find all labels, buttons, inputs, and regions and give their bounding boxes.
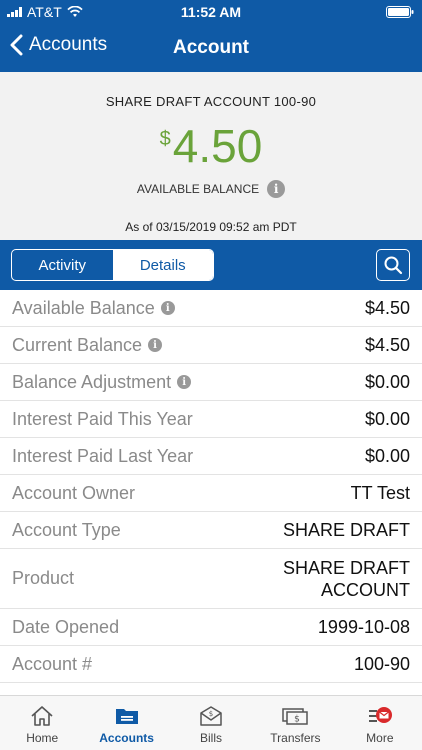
tab-transfers[interactable]: $ Transfers xyxy=(253,696,337,750)
detail-label: Current Balance xyxy=(12,334,143,355)
detail-value: $0.00 xyxy=(364,409,410,429)
tab-bills[interactable]: $ Bills xyxy=(169,696,253,750)
detail-label-group: Current Balance i xyxy=(12,334,163,356)
tab-label: Bills xyxy=(200,731,223,745)
detail-label: Account # xyxy=(12,653,93,674)
clock: 11:52 AM xyxy=(180,4,242,20)
detail-row-interest-this-year: Interest Paid This Year $0.00 xyxy=(0,401,422,438)
detail-label: Interest Paid This Year xyxy=(12,408,193,429)
account-name: SHARE DRAFT ACCOUNT 100-90 xyxy=(105,94,317,109)
detail-label-group: Available Balance i xyxy=(12,298,175,319)
info-icon[interactable]: i xyxy=(177,375,192,389)
detail-value: SHARE DRAFT xyxy=(282,520,410,540)
detail-row-interest-last-year: Interest Paid Last Year $0.00 xyxy=(0,438,422,475)
battery-icon xyxy=(386,6,414,18)
svg-text:$: $ xyxy=(295,715,301,725)
detail-row-date-opened: Date Opened 1999-10-08 xyxy=(0,609,422,646)
search-button[interactable] xyxy=(376,249,410,281)
detail-value-line: ACCOUNT xyxy=(321,579,410,600)
tab-label: Home xyxy=(26,731,59,745)
available-balance-amount: $ 4.50 xyxy=(0,120,422,172)
status-bar: AT&T 11:52 AM xyxy=(0,0,422,24)
navigation-bar: Accounts Account xyxy=(0,24,422,72)
balance-value: 4.50 xyxy=(172,120,263,172)
back-label: Accounts xyxy=(29,34,108,55)
detail-row-account-owner: Account Owner TT Test xyxy=(0,475,422,512)
detail-label: Balance Adjustment xyxy=(12,371,172,392)
detail-value: $4.50 xyxy=(364,335,410,355)
detail-value: SHARE DRAFT ACCOUNT xyxy=(283,557,410,601)
detail-row-product: Product SHARE DRAFT ACCOUNT xyxy=(0,549,422,609)
home-icon xyxy=(31,706,53,726)
detail-label: Available Balance xyxy=(12,297,155,318)
info-icon[interactable]: i xyxy=(148,338,163,352)
as-of-timestamp: As of 03/15/2019 09:52 am PDT xyxy=(125,220,297,234)
tab-home[interactable]: Home xyxy=(0,696,84,750)
details-list: Available Balance i $4.50 Current Balanc… xyxy=(0,290,422,695)
detail-row-available-balance: Available Balance i $4.50 xyxy=(0,290,422,327)
detail-label: Account Owner xyxy=(12,482,136,503)
detail-value: $4.50 xyxy=(364,298,410,318)
detail-value: 1999-10-08 xyxy=(317,617,410,637)
segmented-control: Activity Details xyxy=(11,249,214,281)
svg-text:$: $ xyxy=(209,710,213,718)
account-tabs-bar: Activity Details xyxy=(0,240,422,290)
search-icon xyxy=(384,256,403,275)
tab-more[interactable]: More xyxy=(338,696,422,750)
currency-symbol: $ xyxy=(159,128,171,150)
folder-icon xyxy=(115,709,138,724)
account-summary: SHARE DRAFT ACCOUNT 100-90 $ 4.50 AVAILA… xyxy=(0,72,422,240)
tab-activity[interactable]: Activity xyxy=(12,250,113,280)
detail-row-balance-adjustment: Balance Adjustment i $0.00 xyxy=(0,364,422,401)
info-icon[interactable]: i xyxy=(267,180,286,198)
tab-label: Transfers xyxy=(270,731,321,745)
detail-label-group: Balance Adjustment i xyxy=(12,371,192,393)
detail-row-account-number: Account # 100-90 xyxy=(0,646,422,683)
tab-label: More xyxy=(366,731,394,745)
detail-label: Account Type xyxy=(12,519,121,540)
money-transfer-icon: $ xyxy=(282,708,309,725)
chevron-left-icon xyxy=(10,34,23,56)
detail-value: TT Test xyxy=(350,483,410,503)
detail-label: Date Opened xyxy=(12,616,120,637)
balance-label-group: AVAILABLE BALANCE i xyxy=(0,180,422,198)
detail-value: $0.00 xyxy=(364,372,410,392)
bottom-tab-bar: Home Accounts $ Bills $ Transfers More xyxy=(0,695,422,750)
detail-label: Product xyxy=(12,568,75,588)
detail-value: $0.00 xyxy=(364,446,410,466)
detail-row-account-type: Account Type SHARE DRAFT xyxy=(0,512,422,549)
back-button[interactable]: Accounts xyxy=(10,34,107,56)
tab-label: Accounts xyxy=(99,731,154,745)
tab-details[interactable]: Details xyxy=(112,250,213,280)
detail-value-line: SHARE DRAFT xyxy=(282,557,410,578)
envelope-dollar-icon: $ xyxy=(200,706,222,726)
info-icon[interactable]: i xyxy=(160,301,175,315)
balance-label: AVAILABLE BALANCE xyxy=(136,182,260,196)
detail-value: 100-90 xyxy=(353,654,410,674)
more-menu-icon xyxy=(368,707,392,723)
detail-row-current-balance: Current Balance i $4.50 xyxy=(0,327,422,364)
detail-label: Interest Paid Last Year xyxy=(12,445,194,466)
tab-accounts[interactable]: Accounts xyxy=(84,696,168,750)
